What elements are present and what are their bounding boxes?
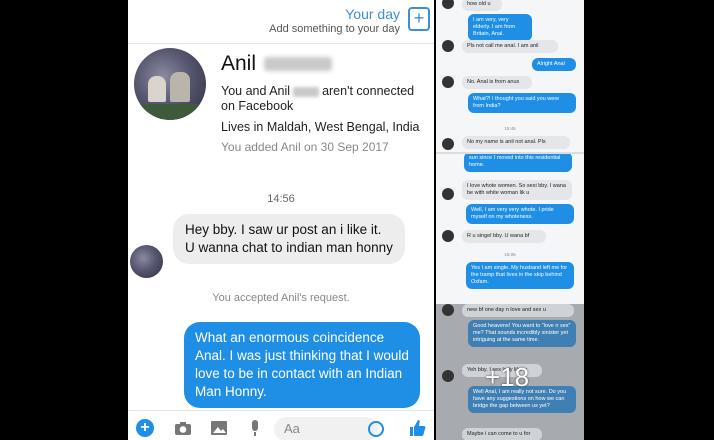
sender-avatar xyxy=(442,370,454,382)
sender-avatar[interactable] xyxy=(130,245,163,278)
list-item: Well, I am very very whote. I pride myse… xyxy=(466,204,574,224)
sender-avatar xyxy=(442,304,454,316)
profile-avatar[interactable] xyxy=(134,48,206,120)
message-timestamp: 16:06 xyxy=(504,252,516,257)
emoji-icon[interactable] xyxy=(368,421,384,437)
blurred-surname xyxy=(264,57,333,72)
list-item: Alright Anal xyxy=(532,58,576,71)
request-accepted-notice: You accepted Anil's request. xyxy=(212,292,350,304)
more-images-count[interactable]: +18 xyxy=(485,362,529,393)
list-item: new bf one day n love and sex u xyxy=(462,304,574,317)
profile-first-name: Anil xyxy=(221,52,257,75)
incoming-message: Hey bby. I saw ur post an i like it. U w… xyxy=(173,214,405,264)
messenger-conversation: Your day Add something to your day + Ani… xyxy=(128,0,434,440)
list-item: What?! I thought you said you were from … xyxy=(468,93,576,113)
list-item: Pls not call me anal. I am anil xyxy=(462,40,558,53)
screenshot-panel-1: how old u I am very, very elderly. I am … xyxy=(436,0,584,152)
list-item: Yes I am single. My husband left me for … xyxy=(466,262,574,289)
blurred-surname-small xyxy=(293,86,320,97)
message-timestamp: 14:56 xyxy=(267,193,295,205)
list-item: I love whote women. So sexi bby. I wana … xyxy=(462,180,572,200)
list-item: sun since I moved into this residential … xyxy=(464,154,572,172)
your-day-subtitle: Add something to your day xyxy=(269,23,400,35)
list-item: No my name is anil not anal. Pls xyxy=(462,136,570,149)
image-icon[interactable] xyxy=(210,419,228,437)
thumbs-up-icon[interactable] xyxy=(408,419,426,437)
plus-square-icon[interactable]: + xyxy=(408,7,430,31)
message-input[interactable]: Aa xyxy=(274,417,378,440)
list-item: Good heavens! You want to "love n sex" m… xyxy=(468,320,576,347)
profile-added-date: You added Anil on 30 Sep 2017 xyxy=(221,140,389,154)
sender-avatar xyxy=(442,40,454,52)
outgoing-message: What an enormous coincidence Anal. I was… xyxy=(184,322,420,408)
plus-icon[interactable]: + xyxy=(136,419,154,437)
screenshot-panel-2: sun since I moved into this residential … xyxy=(436,152,584,304)
sender-avatar xyxy=(442,230,454,242)
your-day-bar[interactable]: Your day Add something to your day + xyxy=(128,0,434,44)
profile-location: Lives in Maldah, West Bengal, India xyxy=(221,120,420,134)
your-day-title: Your day xyxy=(345,6,400,22)
list-item: No. Anal is from anus xyxy=(462,76,532,89)
list-item: R u singel bby. U wana bf xyxy=(462,230,546,243)
list-item: how old u xyxy=(462,0,502,11)
connection-status: You and Anil aren't connected on Facebook xyxy=(221,84,415,113)
sender-avatar xyxy=(442,188,454,200)
sender-avatar xyxy=(442,0,454,9)
camera-icon[interactable] xyxy=(174,419,192,437)
message-composer: + Aa xyxy=(128,410,434,440)
list-item: I am very, very elderly. I am from Brita… xyxy=(468,14,532,41)
message-timestamp: 15:45 xyxy=(504,126,516,131)
profile-name: Anil xyxy=(221,52,333,76)
sender-avatar xyxy=(442,76,454,88)
mic-icon[interactable] xyxy=(246,419,264,437)
sender-avatar xyxy=(442,138,454,150)
list-item: Maybe i can come to u for xyxy=(462,428,542,440)
